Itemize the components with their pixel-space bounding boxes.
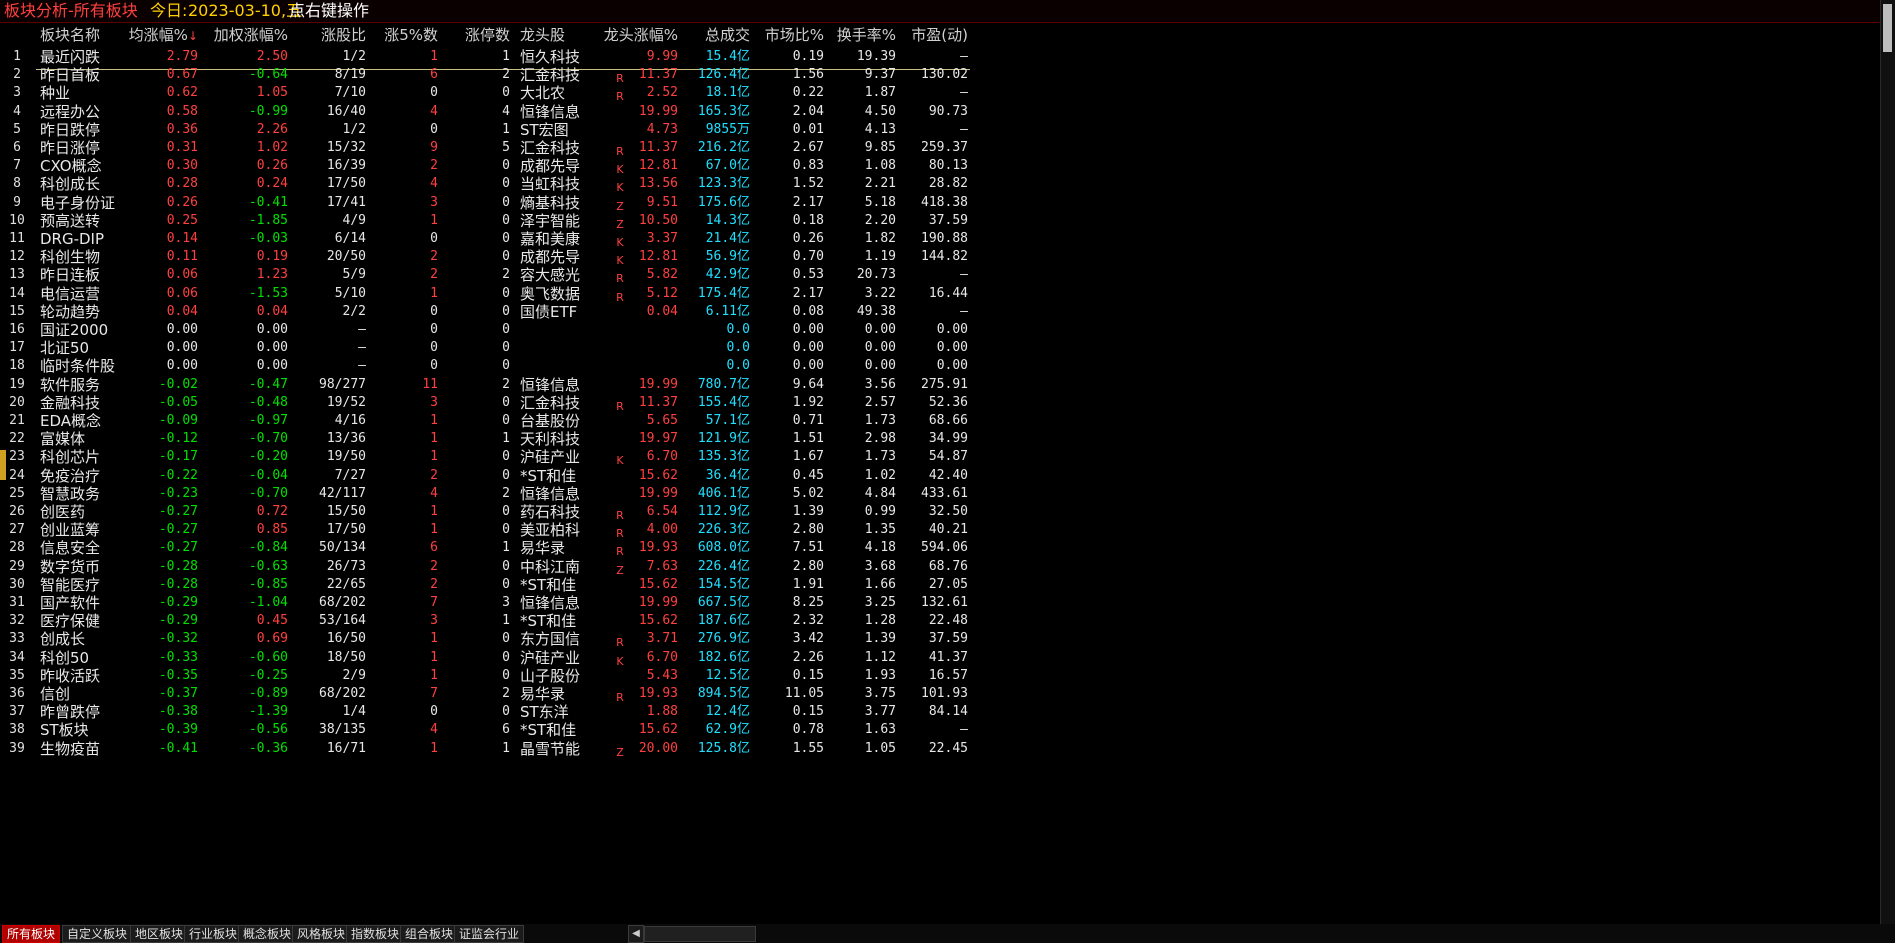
col-header-pe[interactable]: 市盈(动) bbox=[896, 24, 968, 46]
avg-change: -0.41 bbox=[158, 740, 198, 756]
col-header-rise-ratio[interactable]: 涨股比 bbox=[290, 24, 366, 46]
total-amount: 125.8亿 bbox=[697, 740, 750, 756]
window-title: 板块分析-所有板块 bbox=[4, 1, 138, 20]
market-ratio: 1.55 bbox=[792, 740, 824, 756]
row-index: 39 bbox=[9, 740, 25, 756]
limit-up-count: 1 bbox=[502, 740, 510, 756]
tab-scroll-track[interactable] bbox=[644, 926, 756, 942]
up5-count: 1 bbox=[430, 740, 438, 756]
col-header-avg-change-label: 均涨幅% bbox=[128, 26, 188, 44]
vertical-scrollbar[interactable] bbox=[1880, 0, 1895, 930]
col-header-weighted-change[interactable]: 加权涨幅% bbox=[200, 24, 288, 46]
sort-desc-icon: ↓ bbox=[187, 29, 198, 43]
col-header-avg-change[interactable]: 均涨幅%↓ bbox=[110, 24, 198, 46]
tab-8[interactable]: 证监会行业 bbox=[454, 925, 525, 943]
sector-tab-bar: ◀ 所有板块 自定义板块 地区板块 行业板块 概念板块 风格板块 指数板块 组合板块 证监会行业 bbox=[0, 924, 1895, 943]
scrollbar-thumb[interactable] bbox=[1883, 4, 1892, 52]
table-row[interactable]: 39 生物疫苗 -0.41 -0.36 16/71 1 1 晶雪节能 Z 20.00 125.8亿 1… bbox=[0, 738, 970, 760]
col-header-leader-change[interactable]: 龙头涨幅% bbox=[600, 24, 678, 46]
col-header-limit-up-count[interactable]: 涨停数 bbox=[450, 24, 510, 46]
side-marker[interactable] bbox=[0, 450, 6, 480]
date-label: 今日: bbox=[150, 1, 188, 20]
turnover-rate: 1.05 bbox=[864, 740, 896, 756]
date-value: 2023-03-10,五 bbox=[188, 1, 303, 20]
col-header-turnover[interactable]: 换手率% bbox=[824, 24, 896, 46]
left-arrow-icon[interactable]: ◀ bbox=[628, 925, 644, 943]
col-header-market-ratio[interactable]: 市场比% bbox=[750, 24, 824, 46]
pe-ratio: 22.45 bbox=[928, 740, 968, 756]
title-bar: 板块分析-所有板块 今日: 2023-03-10,五 点右键操作 bbox=[0, 0, 1895, 23]
leader-change: 20.00 bbox=[638, 740, 678, 756]
weighted-change: -0.36 bbox=[248, 740, 288, 756]
tab-5[interactable]: 风格板块 bbox=[292, 925, 351, 943]
tab-2[interactable]: 地区板块 bbox=[130, 925, 189, 943]
tab-4[interactable]: 概念板块 bbox=[238, 925, 297, 943]
col-header-amount[interactable]: 总成交 bbox=[680, 24, 750, 46]
tab-0[interactable]: 所有板块 bbox=[2, 925, 61, 943]
tab-1[interactable]: 自定义板块 bbox=[62, 925, 133, 943]
tab-7[interactable]: 组合板块 bbox=[400, 925, 459, 943]
right-click-hint: 点右键操作 bbox=[289, 1, 370, 20]
table-header: 板块名称 均涨幅%↓ 加权涨幅% 涨股比 涨5%数 涨停数 龙头股 龙头涨幅% … bbox=[0, 24, 970, 46]
tab-3[interactable]: 行业板块 bbox=[184, 925, 243, 943]
rise-ratio: 16/71 bbox=[326, 740, 366, 756]
col-header-up5-count[interactable]: 涨5%数 bbox=[380, 24, 438, 46]
tab-6[interactable]: 指数板块 bbox=[346, 925, 405, 943]
